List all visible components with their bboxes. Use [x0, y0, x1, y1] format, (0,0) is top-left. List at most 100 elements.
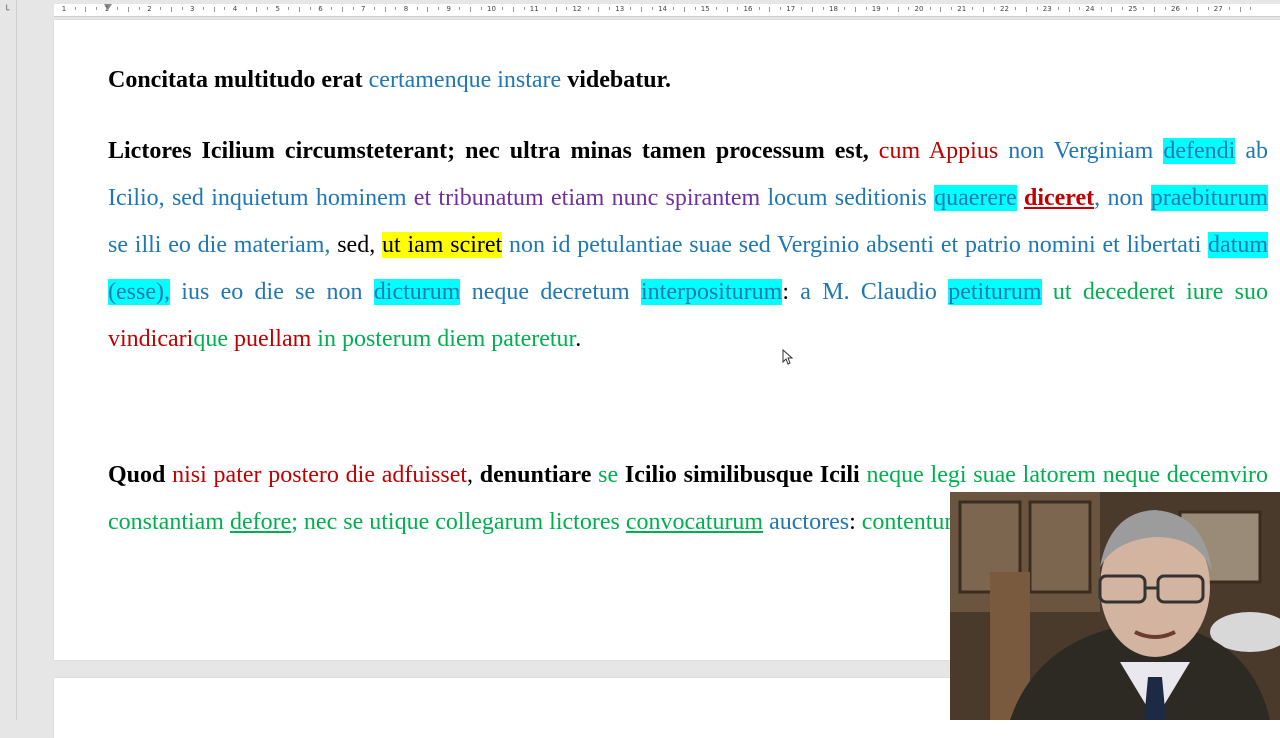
ruler-tick	[267, 7, 269, 10]
ruler-number: 22	[1000, 5, 1009, 13]
ruler-tick	[256, 7, 258, 12]
text-run: videbatur.	[567, 67, 672, 93]
ruler-number: 14	[658, 5, 667, 13]
ruler-tick	[651, 7, 653, 10]
ruler-tick	[1228, 7, 1230, 10]
text-run: Concitata multitudo erat	[108, 67, 363, 93]
text-run: .	[575, 326, 582, 352]
ruler-tick	[299, 7, 301, 12]
ruler-number: 24	[1085, 5, 1095, 13]
text-run: sed,	[337, 232, 376, 258]
ruler-tick	[1079, 7, 1081, 10]
ruler-number: 6	[318, 5, 323, 13]
ruler-tick	[683, 7, 685, 12]
ruler-number: 15	[700, 5, 710, 13]
horizontal-ruler[interactable]: 1 1 2 3 4 5 6 7 8 9 10 11 12 13 14 15 16 17 18 19 20 21 22 23 24…	[54, 4, 1280, 17]
paragraph-2: Lictores Icilium circumsteterant; nec ul…	[108, 128, 1269, 363]
ruler-number: 9	[446, 5, 451, 13]
tab-stop-icon[interactable]: └	[4, 6, 9, 16]
ruler-number: 26	[1171, 5, 1180, 13]
ruler-tick	[812, 7, 814, 12]
ruler-tick	[245, 7, 247, 10]
ruler-tick	[908, 7, 910, 10]
text-run: nisi pater postero die adfuisset	[172, 462, 468, 488]
ruler-number: 18	[829, 5, 838, 13]
ruler-number: 10	[487, 5, 496, 13]
ruler-tick	[96, 7, 98, 10]
ruler-number: 17	[786, 5, 796, 13]
ruler-tick	[801, 7, 803, 10]
ruler-tick	[630, 7, 632, 10]
text-run: auctores	[769, 509, 850, 535]
text-run: Quod	[108, 462, 166, 488]
ruler-tick	[117, 7, 119, 10]
ruler-tick	[694, 7, 696, 10]
underlined-verb: defore	[229, 509, 292, 535]
ruler-tick	[1111, 7, 1113, 12]
text-run: non id petulantiae suae sed Verginio abs…	[509, 232, 1202, 258]
ruler-tick	[1239, 7, 1241, 12]
text-run: denuntiare	[479, 462, 592, 488]
text-run: Icilio similibusque Icili	[624, 462, 860, 488]
ruler-tick	[459, 7, 461, 10]
ruler-tick	[587, 7, 589, 10]
ruler-tick	[1143, 7, 1145, 10]
ruler-tick	[224, 7, 226, 10]
ruler-tick	[170, 7, 172, 12]
ruler-number: 21	[957, 5, 967, 13]
ruler-tick	[854, 7, 856, 12]
text-run: in posterum diem pateretur	[317, 326, 576, 352]
highlighted-verb: defendi	[1163, 138, 1236, 164]
text-run: cum Appius	[878, 138, 999, 164]
ruler-tick	[138, 7, 140, 10]
highlighted-verb: quaerere	[934, 185, 1017, 211]
text-run: se	[598, 462, 619, 488]
underlined-verb: convocaturum	[625, 509, 764, 535]
ruler-tick	[1057, 7, 1059, 10]
ruler-corner[interactable]: └	[0, 0, 17, 720]
ruler-tick	[641, 7, 643, 12]
ruler-tick	[1250, 7, 1252, 10]
text-run: et tribunatum etiam nunc spirantem	[413, 185, 761, 211]
text-run: que	[193, 326, 228, 352]
text-run: non Verginiam	[1008, 138, 1154, 164]
ruler-tick	[886, 7, 888, 10]
ruler-tick	[128, 7, 130, 12]
ruler-number: 13	[615, 5, 625, 13]
text-run: ut decederet iure suo	[1052, 279, 1269, 305]
ruler-tick	[438, 7, 440, 10]
ruler-tick	[352, 7, 354, 10]
ruler-tick	[341, 7, 343, 12]
ruler-tick	[213, 7, 215, 12]
ruler-tick	[502, 7, 504, 10]
ruler-tick	[555, 7, 557, 12]
ruler-tick	[1207, 7, 1209, 10]
ruler-tick	[1068, 7, 1070, 12]
ruler-tick	[427, 7, 429, 12]
webcam-overlay	[950, 492, 1280, 720]
ruler-number: 3	[190, 5, 195, 13]
ruler-tick	[897, 7, 899, 12]
ruler-number: 7	[361, 5, 366, 13]
text-run: , non	[1094, 185, 1144, 211]
ruler-tick	[309, 7, 311, 10]
ruler-tick	[1015, 7, 1017, 10]
ruler-number: 11	[529, 5, 539, 13]
ruler-tick	[512, 7, 514, 12]
ruler-tick	[844, 7, 846, 10]
ruler-number: 2	[147, 5, 152, 13]
ruler-tick	[470, 7, 472, 12]
ruler-tick	[416, 7, 418, 10]
text-run: :	[782, 279, 789, 305]
highlighted-verb: dicturum	[373, 279, 461, 305]
ruler-tick	[715, 7, 717, 10]
highlighted-verb: praebiturum	[1150, 185, 1269, 211]
ruler-tick	[331, 7, 333, 10]
ruler-number: 5	[275, 5, 280, 13]
ruler-tick	[822, 7, 824, 10]
ruler-number: 20	[914, 5, 924, 13]
text-run: vindicari	[108, 326, 194, 352]
ruler-tick	[395, 7, 397, 10]
ruler-tick	[993, 7, 995, 10]
highlighted-verb: petiturum	[948, 279, 1042, 305]
